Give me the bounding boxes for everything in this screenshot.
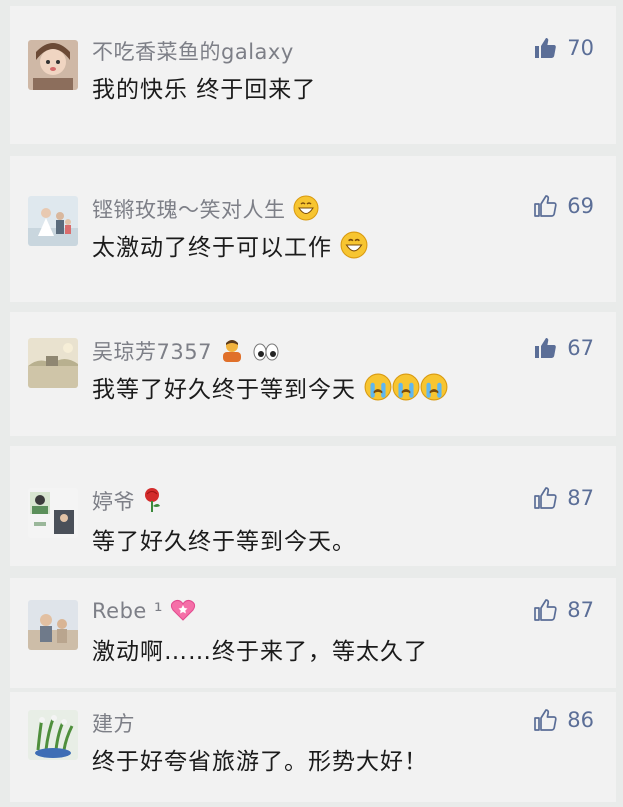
comment-card: 建方 终于好夸省旅游了。形势大好！ 86 <box>10 692 616 802</box>
comment-card: Rebe ¹ 激动啊……终于来了，等太久了 87 <box>10 578 616 688</box>
grinning-face-icon <box>293 195 319 221</box>
username[interactable]: 不吃香菜鱼的galaxy <box>92 36 294 66</box>
like-button[interactable]: 70 <box>533 36 594 60</box>
comment-text: 我等了好久终于等到今天 <box>92 370 448 404</box>
comment-card: 铿锵玫瑰～笑对人生 太激动了终于可以工作 69 <box>10 156 616 302</box>
comment-text: 我的快乐 终于回来了 <box>92 77 317 103</box>
comment-card: 吴琼芳7357 我等了好久终于等到今天 67 <box>10 312 616 436</box>
like-button[interactable]: 86 <box>533 708 594 732</box>
thumbs-up-outline-icon <box>533 708 557 732</box>
like-button[interactable]: 69 <box>533 194 594 218</box>
username[interactable]: 铿锵玫瑰～笑对人生 <box>92 194 319 224</box>
like-count: 69 <box>567 194 594 218</box>
eyes-icon <box>252 341 280 363</box>
user-avatar[interactable] <box>28 196 78 246</box>
crying-face-icon <box>364 373 392 401</box>
heart-icon <box>170 598 196 622</box>
like-count: 86 <box>567 708 594 732</box>
thumbs-up-outline-icon <box>533 194 557 218</box>
comment-text: 终于好夸省旅游了。形势大好！ <box>92 749 428 775</box>
username[interactable]: Rebe ¹ <box>92 598 196 623</box>
user-avatar[interactable] <box>28 338 78 388</box>
comment-text: 等了好久终于等到今天。 <box>92 529 356 555</box>
person-bowing-icon <box>219 337 245 363</box>
comment-card: 不吃香菜鱼的galaxy 我的快乐 终于回来了 70 <box>10 6 616 144</box>
grinning-face-icon <box>340 231 368 259</box>
like-count: 67 <box>567 336 594 360</box>
like-count: 87 <box>567 486 594 510</box>
username[interactable]: 婷爷 <box>92 486 162 516</box>
comment-list: 不吃香菜鱼的galaxy 我的快乐 终于回来了 70 铿锵玫瑰～笑对人生 太激动… <box>0 0 623 807</box>
user-avatar[interactable] <box>28 40 78 90</box>
username[interactable]: 建方 <box>92 708 135 738</box>
comment-card: 婷爷 等了好久终于等到今天。 87 <box>10 446 616 566</box>
like-button[interactable]: 87 <box>533 486 594 510</box>
like-button[interactable]: 87 <box>533 598 594 622</box>
like-button[interactable]: 67 <box>533 336 594 360</box>
comment-text: 激动啊……终于来了，等太久了 <box>92 639 428 665</box>
crying-face-icon <box>392 373 420 401</box>
thumbs-up-filled-icon <box>533 336 557 360</box>
crying-face-icon <box>420 373 448 401</box>
user-avatar[interactable] <box>28 710 78 760</box>
like-count: 70 <box>567 36 594 60</box>
thumbs-up-outline-icon <box>533 486 557 510</box>
thumbs-up-filled-icon <box>533 36 557 60</box>
user-avatar[interactable] <box>28 488 78 538</box>
like-count: 87 <box>567 598 594 622</box>
comment-text: 太激动了终于可以工作 <box>92 228 368 262</box>
rose-icon <box>142 487 162 513</box>
user-avatar[interactable] <box>28 600 78 650</box>
thumbs-up-outline-icon <box>533 598 557 622</box>
username[interactable]: 吴琼芳7357 <box>92 336 280 366</box>
